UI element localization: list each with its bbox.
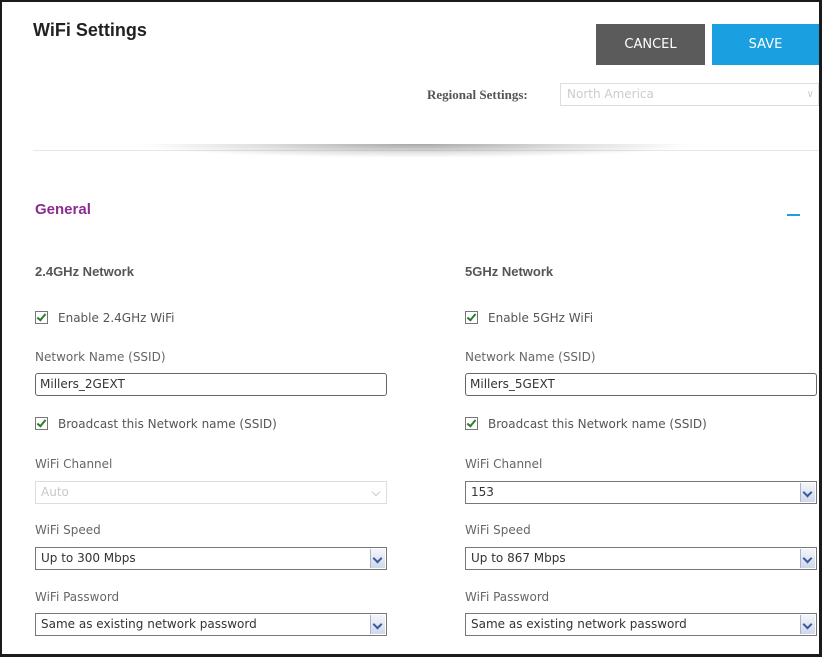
network-title: 5GHz Network bbox=[465, 264, 554, 279]
channel-5ghz-value: 153 bbox=[471, 485, 494, 499]
speed-2-4ghz-select[interactable]: Up to 300 Mbps bbox=[35, 547, 387, 570]
regional-settings-value: North America bbox=[567, 87, 654, 101]
speed-5ghz-select[interactable]: Up to 867 Mbps bbox=[465, 547, 817, 570]
page-title: WiFi Settings bbox=[33, 20, 147, 40]
channel-5ghz-select[interactable]: 153 bbox=[465, 481, 817, 504]
password-5ghz-select[interactable]: Same as existing network password bbox=[465, 613, 817, 636]
password-label: WiFi Password bbox=[465, 590, 550, 604]
ssid-2-4ghz-input[interactable]: Millers_2GEXT bbox=[35, 373, 387, 396]
password-5ghz-value: Same as existing network password bbox=[471, 617, 687, 631]
broadcast-2-4ghz-label: Broadcast this Network name (SSID) bbox=[58, 417, 277, 431]
broadcast-2-4ghz-checkbox[interactable] bbox=[35, 417, 48, 430]
regional-settings-label: Regional Settings: bbox=[427, 87, 528, 102]
chevron-down-icon[interactable] bbox=[800, 483, 815, 502]
chevron-down-icon[interactable] bbox=[800, 615, 815, 634]
chevron-down-icon: ∨ bbox=[806, 89, 814, 100]
password-2-4ghz-select[interactable]: Same as existing network password bbox=[35, 613, 387, 636]
broadcast-2-4ghz-row[interactable]: Broadcast this Network name (SSID) bbox=[35, 417, 277, 431]
enable-5ghz-label: Enable 5GHz WiFi bbox=[488, 311, 594, 325]
ssid-label: Network Name (SSID) bbox=[465, 350, 596, 364]
enable-2-4ghz-checkbox[interactable] bbox=[35, 311, 48, 324]
chevron-down-icon[interactable] bbox=[370, 549, 385, 568]
chevron-down-icon[interactable] bbox=[370, 615, 385, 634]
speed-label: WiFi Speed bbox=[35, 523, 101, 537]
chevron-down-icon bbox=[370, 483, 385, 502]
enable-5ghz-row[interactable]: Enable 5GHz WiFi bbox=[465, 311, 593, 325]
chevron-down-icon[interactable] bbox=[800, 549, 815, 568]
channel-2-4ghz-select: Auto bbox=[35, 481, 387, 504]
enable-5ghz-checkbox[interactable] bbox=[465, 311, 478, 324]
cancel-button[interactable]: CANCEL bbox=[596, 24, 705, 65]
broadcast-5ghz-label: Broadcast this Network name (SSID) bbox=[488, 417, 707, 431]
settings-panel: WiFi Settings CANCEL SAVE Regional Setti… bbox=[0, 0, 822, 657]
minus-icon[interactable] bbox=[787, 214, 800, 216]
section-title-general: General bbox=[35, 201, 91, 218]
channel-2-4ghz-value: Auto bbox=[41, 485, 69, 499]
speed-label: WiFi Speed bbox=[465, 523, 531, 537]
password-2-4ghz-value: Same as existing network password bbox=[41, 617, 257, 631]
ssid-label: Network Name (SSID) bbox=[35, 350, 166, 364]
channel-label: WiFi Channel bbox=[465, 457, 543, 471]
regional-settings-select[interactable]: North America ∨ bbox=[560, 83, 819, 106]
enable-2-4ghz-row[interactable]: Enable 2.4GHz WiFi bbox=[35, 311, 175, 325]
broadcast-5ghz-row[interactable]: Broadcast this Network name (SSID) bbox=[465, 417, 707, 431]
password-label: WiFi Password bbox=[35, 590, 120, 604]
channel-label: WiFi Channel bbox=[35, 457, 113, 471]
enable-2-4ghz-label: Enable 2.4GHz WiFi bbox=[58, 311, 175, 325]
network-title: 2.4GHz Network bbox=[35, 264, 134, 279]
ssid-5ghz-input[interactable]: Millers_5GEXT bbox=[465, 373, 817, 396]
save-button[interactable]: SAVE bbox=[712, 24, 819, 65]
broadcast-5ghz-checkbox[interactable] bbox=[465, 417, 478, 430]
speed-2-4ghz-value: Up to 300 Mbps bbox=[41, 551, 136, 565]
divider-shadow bbox=[132, 144, 702, 158]
speed-5ghz-value: Up to 867 Mbps bbox=[471, 551, 566, 565]
